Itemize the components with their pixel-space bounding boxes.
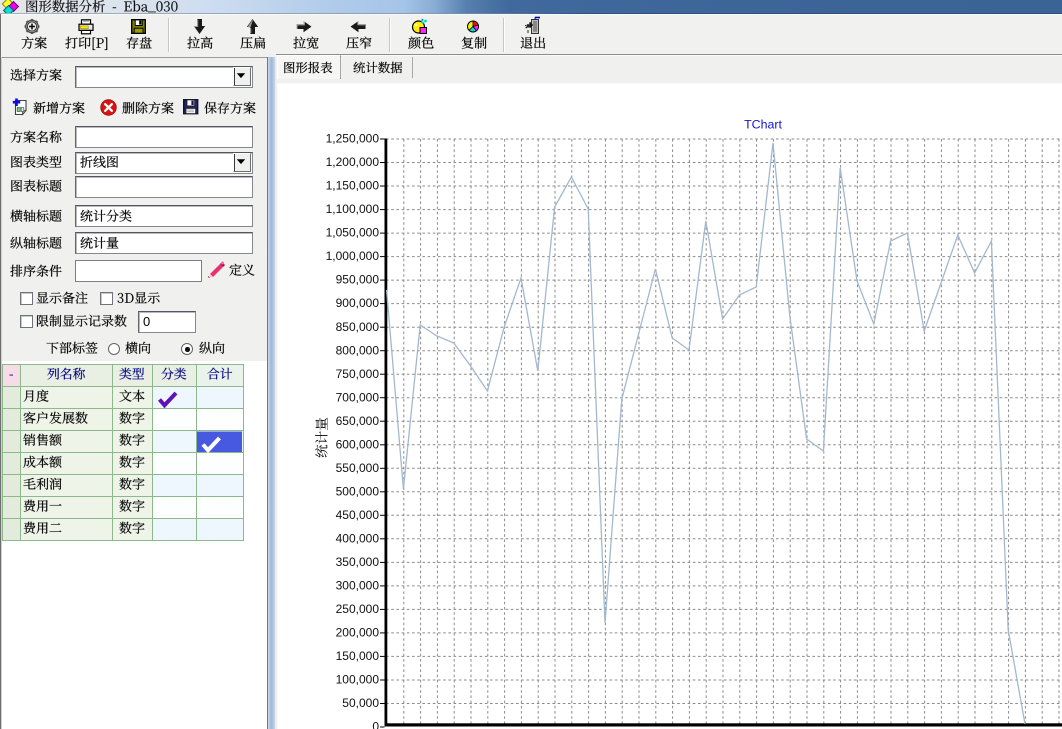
svg-text:1,250,000: 1,250,000 — [326, 132, 380, 146]
svg-text:700,000: 700,000 — [336, 390, 380, 404]
svg-text:1,200,000: 1,200,000 — [326, 155, 380, 169]
svg-text:1,050,000: 1,050,000 — [326, 226, 380, 240]
svg-text:300,000: 300,000 — [336, 579, 380, 593]
svg-text:850,000: 850,000 — [336, 320, 380, 334]
svg-text:200,000: 200,000 — [336, 626, 380, 640]
svg-text:250,000: 250,000 — [336, 602, 380, 616]
svg-text:900,000: 900,000 — [336, 296, 380, 310]
svg-text:50,000: 50,000 — [342, 696, 379, 710]
svg-text:1,000,000: 1,000,000 — [326, 249, 380, 263]
svg-text:TChart: TChart — [744, 118, 782, 132]
svg-text:350,000: 350,000 — [336, 555, 380, 569]
svg-text:950,000: 950,000 — [336, 273, 380, 287]
svg-text:450,000: 450,000 — [336, 508, 380, 522]
svg-text:550,000: 550,000 — [336, 461, 380, 475]
svg-text:1,150,000: 1,150,000 — [326, 179, 380, 193]
svg-text:150,000: 150,000 — [336, 649, 380, 663]
svg-text:500,000: 500,000 — [336, 484, 380, 498]
svg-text:600,000: 600,000 — [336, 437, 380, 451]
svg-text:800,000: 800,000 — [336, 343, 380, 357]
svg-text:750,000: 750,000 — [336, 367, 380, 381]
svg-text:1,100,000: 1,100,000 — [326, 202, 380, 216]
svg-text:650,000: 650,000 — [336, 414, 380, 428]
svg-text:100,000: 100,000 — [336, 673, 380, 687]
svg-text:0: 0 — [372, 720, 379, 729]
svg-text:400,000: 400,000 — [336, 531, 380, 545]
